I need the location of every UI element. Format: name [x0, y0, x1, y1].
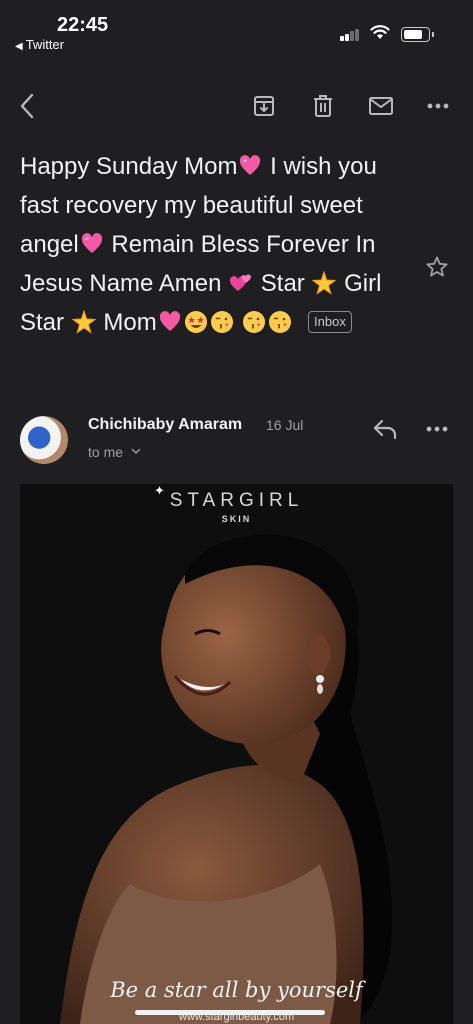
inbox-label-badge[interactable]: Inbox	[308, 311, 352, 333]
back-app-label: Twitter	[25, 37, 64, 52]
face-blowing-kiss-icon	[243, 311, 266, 333]
home-indicator[interactable]	[135, 1010, 325, 1015]
subject-text-4: Star	[260, 270, 305, 297]
email-toolbar	[0, 85, 473, 129]
message-more-button[interactable]	[426, 418, 448, 445]
subject-text-6: Mom	[103, 309, 157, 336]
battery-icon	[401, 27, 434, 42]
archive-icon	[254, 96, 274, 116]
archive-button[interactable]	[249, 91, 279, 121]
recipient-details-toggle[interactable]: to me	[88, 444, 141, 460]
back-button[interactable]	[12, 91, 42, 121]
sender-row[interactable]: Chichibaby Amaram 16 Jul to me	[0, 408, 473, 468]
face-blowing-kiss-icon	[269, 311, 292, 333]
brand-tagline: Be a star all by yourself	[110, 978, 363, 1002]
sender-name: Chichibaby Amaram	[88, 416, 243, 433]
more-horizontal-icon	[427, 103, 449, 109]
more-horizontal-icon	[426, 426, 448, 432]
subject-text-1: Happy Sunday Mom	[20, 153, 238, 180]
two-hearts-icon	[230, 274, 252, 291]
portrait-photo	[20, 484, 453, 1024]
face-blowing-kiss-icon	[210, 311, 233, 333]
wifi-icon	[370, 25, 390, 39]
cellular-signal-icon	[340, 27, 362, 41]
sender-date: 16 Jul	[266, 417, 304, 433]
brand-subtitle: SKIN	[221, 514, 252, 524]
glowing-star-icon	[312, 271, 337, 295]
mark-unread-button[interactable]	[366, 91, 396, 121]
trash-icon	[314, 95, 332, 117]
glowing-star-icon	[71, 310, 96, 334]
back-to-app-link[interactable]: ◀ Twitter	[15, 37, 64, 52]
star-struck-icon	[184, 311, 207, 333]
email-image[interactable]: ✦ STARGIRL SKIN Be a star all by yoursel…	[20, 484, 453, 1024]
chevron-left-icon	[20, 93, 34, 119]
brand-title: STARGIRL	[169, 490, 304, 511]
mail-icon	[369, 97, 393, 115]
back-arrow-icon: ◀	[15, 41, 23, 52]
more-options-button[interactable]	[423, 91, 453, 121]
pink-heart-icon	[159, 311, 180, 331]
reply-icon	[373, 419, 397, 440]
reply-button[interactable]	[372, 418, 398, 445]
recipient-line: to me	[88, 444, 124, 460]
status-time: 22:45	[57, 14, 109, 36]
sender-avatar[interactable]	[20, 416, 68, 464]
delete-button[interactable]	[308, 91, 338, 121]
email-subject: Happy Sunday Mom I wish you fast recover…	[20, 147, 420, 342]
star-button[interactable]	[425, 255, 449, 284]
star-outline-icon	[426, 256, 448, 277]
pink-heart-icon	[240, 155, 261, 175]
battery-fill	[404, 30, 422, 39]
status-bar: 22:45 ◀ Twitter	[0, 0, 473, 60]
chevron-down-icon	[131, 448, 141, 454]
pink-heart-icon	[81, 233, 102, 253]
